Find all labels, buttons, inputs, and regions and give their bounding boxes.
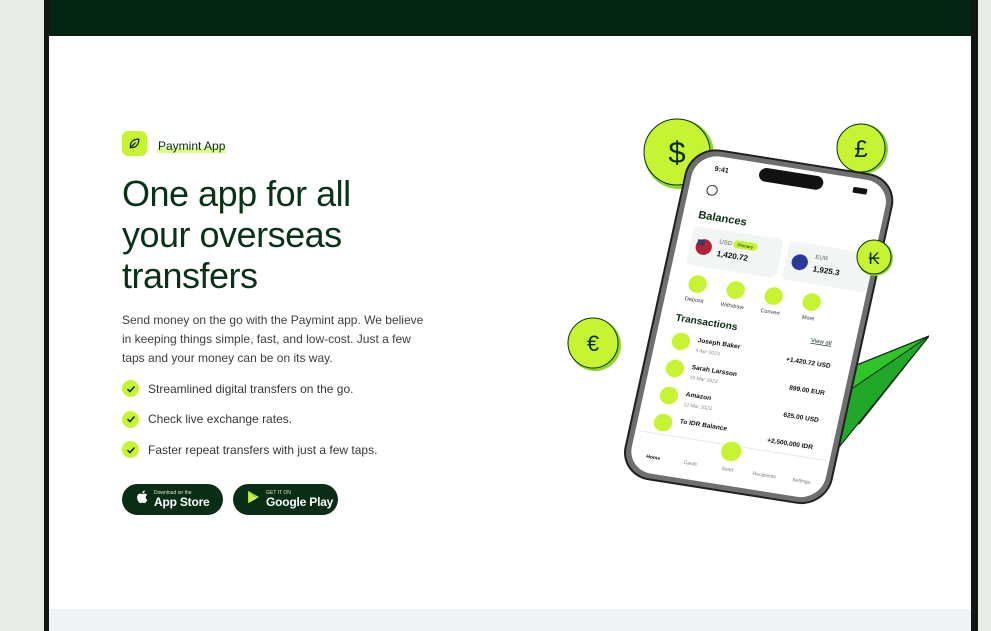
hero-illustration: $ £ € 9:41 Balances USD Primary 1,420.72… [567,118,929,505]
pound-coin-symbol: £ [854,136,867,163]
leaf-icon [122,131,147,156]
app-badge: Paymint App [122,131,227,156]
app-store-button[interactable]: Download on the App Store [122,484,223,515]
check-icon [122,380,139,397]
feature-item: Streamlined digital transfers on the go. [122,380,377,397]
hero-description: Send money on the go with the Paymint ap… [122,313,424,365]
top-nav-bar [49,0,971,36]
app-badge-label: Paymint App [157,138,227,153]
kip-coin-icon: ₭ [856,239,893,276]
landing-page: Paymint App One app for all your oversea… [49,0,971,631]
feature-list: Streamlined digital transfers on the go.… [122,380,377,472]
page-title: One app for all your overseas transfers [122,173,351,296]
phone-mockup: 9:41 Balances USD Primary 1,420.72 EUR 1… [624,149,894,505]
frame-edge [978,0,991,631]
euro-coin-symbol: € [587,331,599,356]
app-store-label: App Store [154,495,210,509]
google-play-label: Google Play [266,495,334,509]
google-play-button[interactable]: GET IT ON Google Play [233,484,338,515]
euro-coin-icon: € [567,317,621,371]
feature-text: Check live exchange rates. [148,412,293,426]
apple-icon [136,490,148,509]
next-section-band [49,609,971,631]
kip-coin-symbol: ₭ [868,249,880,268]
feature-text: Faster repeat transfers with just a few … [148,442,378,457]
feature-item: Faster repeat transfers with just a few … [122,441,377,458]
check-icon [122,441,139,458]
play-icon [247,490,260,509]
check-icon [122,410,139,428]
feature-text: Streamlined digital transfers on the go. [148,381,354,396]
feature-item: Check live exchange rates. [122,410,377,428]
dollar-coin-symbol: $ [668,135,685,170]
pound-coin-icon: £ [836,123,888,174]
